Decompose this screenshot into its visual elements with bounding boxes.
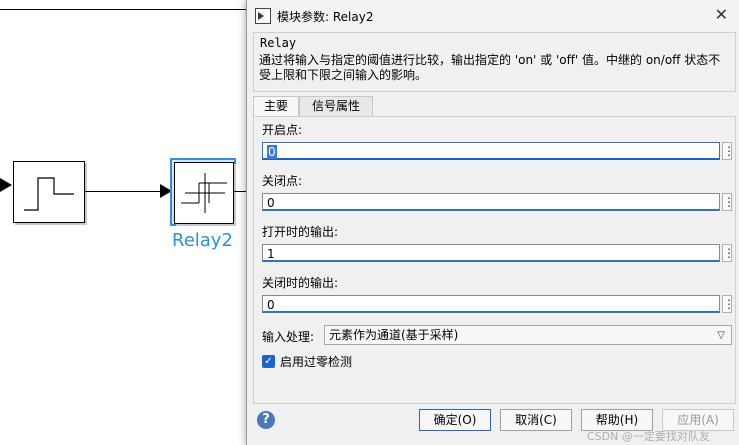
step-waveform-icon [24,177,74,211]
switch-off-point-label: 关闭点: [262,174,303,188]
tab-signal-attributes[interactable]: 信号属性 [299,96,373,116]
block-description: 通过将输入与指定的阈值进行比较，输出指定的 'on' 或 'off' 值。中继的… [259,53,721,82]
zero-crossing-label: 启用过零检测 [280,355,353,369]
block-type-label: Relay [260,36,297,50]
signal-line-step-to-relay [85,191,160,192]
chevron-down-icon: ▽ [717,330,725,341]
block-parameters-dialog: 模块参数: Relay2 ✕ Relay 通过将输入与指定的阈值进行比较，输出指… [246,0,739,445]
switch-on-point-label: 开启点: [262,123,303,137]
switch-on-point-input[interactable]: 0 [262,142,720,160]
cancel-button[interactable]: 取消(C) [500,409,572,431]
output-when-off-more-icon[interactable]: ⋮ [722,295,735,313]
output-when-off-input[interactable]: 0 [262,295,720,313]
output-when-off-label: 关闭时的输出: [262,276,339,290]
dialog-titlebar[interactable]: 模块参数: Relay2 ✕ [247,0,739,32]
ok-button[interactable]: 确定(O) [419,409,491,431]
relay-block[interactable] [174,162,234,224]
input-processing-value: 元素作为通道(基于采样) [329,328,459,342]
input-arrow-icon [0,178,12,192]
step-block[interactable] [13,161,85,223]
relay-output-line [234,191,246,192]
watermark: CSDN @一定要找对队友 [587,430,710,443]
output-when-on-label: 打开时的输出: [262,225,339,239]
switch-on-point-value: 0 [267,145,277,159]
output-when-on-more-icon[interactable]: ⋮ [722,244,735,262]
input-processing-select[interactable]: 元素作为通道(基于采样) ▽ [324,325,732,345]
output-when-on-input[interactable]: 1 [262,244,720,262]
simulink-app-icon [255,8,271,24]
close-icon[interactable]: ✕ [715,5,728,24]
input-processing-label: 输入处理: [262,330,315,344]
switch-off-point-input[interactable]: 0 [262,193,720,211]
tab-main[interactable]: 主要 [253,96,299,117]
switch-on-point-more-icon[interactable]: ⋮ [722,142,735,160]
help-icon[interactable]: ? [257,411,275,429]
main-tab-panel: 开启点: 0 ⋮ 关闭点: 0 ⋮ 打开时的输出: 1 ⋮ 关闭时的输出: 0 … [253,116,736,404]
switch-off-point-more-icon[interactable]: ⋮ [722,193,735,211]
zero-crossing-checkbox[interactable]: ✓ [262,355,275,368]
block-description-panel: Relay 通过将输入与指定的阈值进行比较，输出指定的 'on' 或 'off'… [253,32,736,92]
relay-hysteresis-icon [181,173,227,213]
signal-line-top [0,9,250,10]
dialog-title: 模块参数: Relay2 [277,10,374,24]
relay-block-label[interactable]: Relay2 [172,230,233,251]
